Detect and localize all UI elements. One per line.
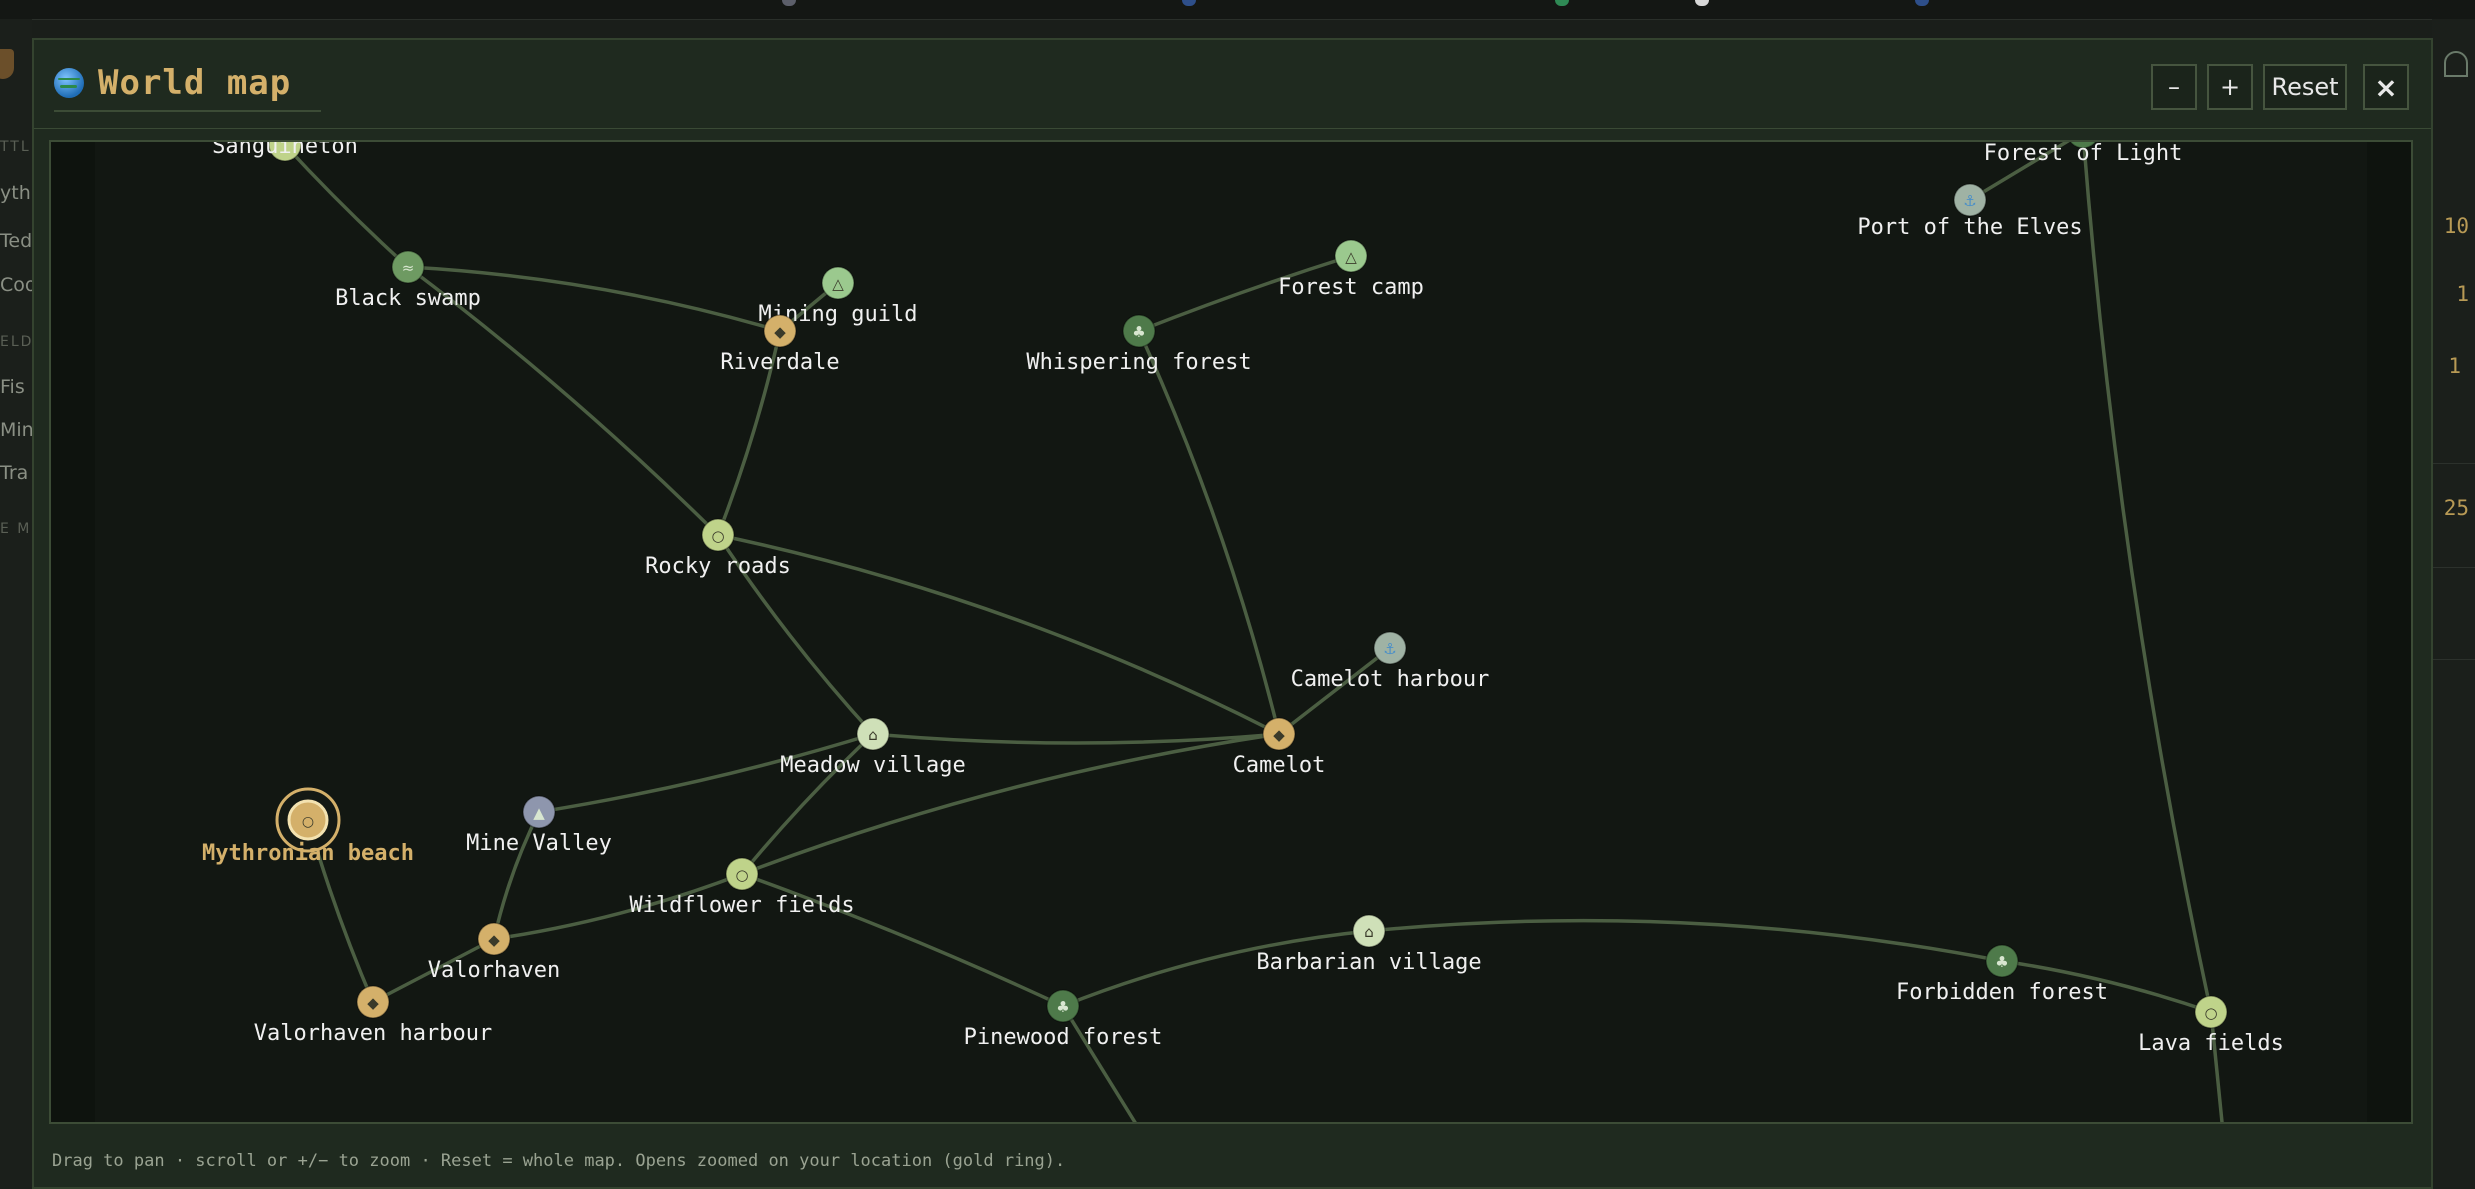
forest-icon: ♣ bbox=[1995, 953, 2008, 971]
bg-heading: TTLE bbox=[0, 139, 32, 155]
harbour_port-icon: ⚓ bbox=[1383, 640, 1396, 658]
reset-button[interactable]: Reset bbox=[2263, 64, 2347, 110]
map-edge-shade bbox=[51, 142, 95, 1122]
forest-icon: ♣ bbox=[1132, 323, 1145, 341]
map-edge-shade bbox=[2367, 142, 2411, 1122]
location-label: Valorhaven harbour bbox=[254, 1021, 492, 1046]
divider bbox=[2432, 659, 2475, 660]
location-label: Barbarian village bbox=[1256, 950, 1481, 975]
bg-number: 25 bbox=[2443, 496, 2469, 520]
world-map-canvas[interactable]: Sanguineton≈Black swamp△Mining guild◆Riv… bbox=[51, 142, 2411, 1122]
status-dot bbox=[1695, 0, 1709, 6]
location-label: Pinewood forest bbox=[964, 1025, 1163, 1050]
location-label: Valorhaven bbox=[428, 958, 560, 983]
current-icon: ○ bbox=[302, 814, 314, 830]
app-top-bar bbox=[0, 0, 2475, 20]
divider bbox=[2432, 567, 2475, 568]
location-label: Black swamp bbox=[335, 286, 481, 311]
bg-number: 1 bbox=[2448, 354, 2461, 378]
location-label: Port of the Elves bbox=[1857, 215, 2082, 240]
bg-text: Coo bbox=[0, 274, 32, 296]
background-sidebar: TTLE yth Ted Coo ELD Fis Min Tra E M bbox=[0, 19, 32, 1189]
map-hint-text: Drag to pan · scroll or +/− to zoom · Re… bbox=[52, 1151, 1066, 1171]
location-label: Sanguineton bbox=[212, 142, 358, 159]
bg-text: yth bbox=[0, 182, 31, 204]
world-map-modal: World map – + Reset × Sanguineton ≈ Black … bbox=[32, 38, 2433, 1189]
location-label: Mine Valley bbox=[466, 831, 612, 856]
location-label: Wildflower fields bbox=[629, 893, 854, 918]
town-icon: ◆ bbox=[774, 323, 786, 341]
location-label: Forbidden forest bbox=[1896, 980, 2108, 1005]
bg-heading: ELD bbox=[0, 334, 32, 350]
bg-text: Fis bbox=[0, 376, 25, 398]
mine-icon: ▲ bbox=[533, 804, 545, 822]
town-icon: ◆ bbox=[488, 931, 500, 949]
globe-icon bbox=[54, 68, 84, 98]
bg-text: Min bbox=[0, 419, 32, 441]
location-label: Rocky roads bbox=[645, 554, 791, 579]
location-label: Mythronian beach bbox=[202, 841, 414, 866]
bg-number: 1 bbox=[2456, 282, 2469, 306]
village-icon: ⌂ bbox=[1364, 923, 1374, 941]
close-button[interactable]: × bbox=[2363, 64, 2409, 110]
location-label: Lava fields bbox=[2138, 1031, 2284, 1056]
location-node-forest-of-light[interactable]: Forest of Light bbox=[1984, 142, 2183, 166]
modal-title-area: World map bbox=[54, 56, 322, 112]
camp-icon: △ bbox=[1345, 248, 1357, 266]
status-dot bbox=[1182, 0, 1196, 6]
status-dot bbox=[1555, 0, 1569, 6]
location-label: Forest of Light bbox=[1984, 142, 2183, 166]
location-label: Camelot bbox=[1233, 753, 1326, 778]
background-right-panel: 10 1 1 25 bbox=[2432, 19, 2475, 1189]
village-icon: ⌂ bbox=[868, 726, 878, 744]
location-label: Camelot harbour bbox=[1291, 667, 1490, 692]
town-icon: ◆ bbox=[367, 994, 379, 1012]
bg-number: 10 bbox=[2443, 214, 2469, 238]
location-node-sanguineton[interactable]: Sanguineton bbox=[212, 142, 358, 162]
status-dot bbox=[782, 0, 796, 6]
status-dot bbox=[1915, 0, 1929, 6]
harbour_port-icon: ⚓ bbox=[1963, 192, 1976, 210]
camp-icon: △ bbox=[832, 275, 844, 293]
field-icon: ○ bbox=[711, 527, 724, 545]
town-icon: ◆ bbox=[1273, 726, 1285, 744]
shield-icon bbox=[0, 49, 14, 79]
location-label: Forest camp bbox=[1278, 275, 1424, 300]
field-icon: ○ bbox=[735, 866, 748, 884]
divider bbox=[2432, 463, 2475, 464]
location-label: Riverdale bbox=[720, 350, 839, 375]
zoom-in-button[interactable]: + bbox=[2207, 64, 2253, 110]
map-viewport[interactable]: Sanguineton ≈ Black swamp △ Mining guild ◆ Riv… bbox=[49, 140, 2413, 1124]
bg-text: Tra bbox=[0, 462, 29, 484]
bg-heading: E M bbox=[0, 521, 32, 537]
modal-header: World map – + Reset × bbox=[34, 40, 2431, 129]
swamp-icon: ≈ bbox=[402, 259, 415, 277]
forest-icon: ♣ bbox=[1056, 998, 1069, 1016]
modal-title: World map bbox=[98, 63, 292, 103]
location-label: Meadow village bbox=[780, 753, 965, 778]
location-label: Whispering forest bbox=[1026, 350, 1251, 375]
zoom-out-button[interactable]: – bbox=[2151, 64, 2197, 110]
field-icon: ○ bbox=[2204, 1004, 2217, 1022]
bg-text: Ted bbox=[0, 230, 32, 252]
door-icon bbox=[2444, 51, 2468, 77]
